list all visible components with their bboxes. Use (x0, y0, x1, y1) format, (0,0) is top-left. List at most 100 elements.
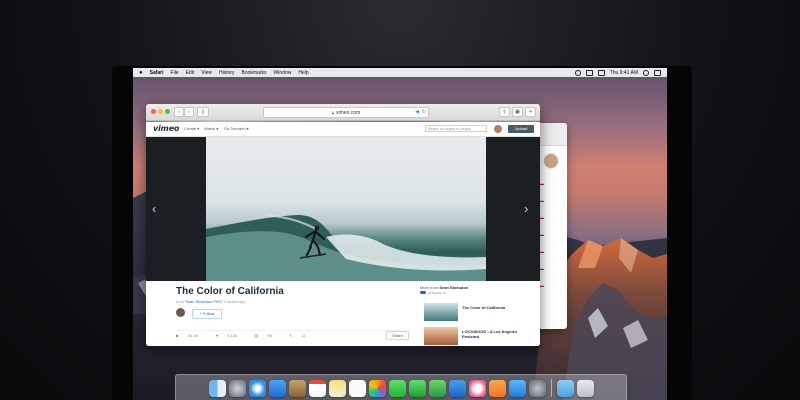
system-preferences-icon[interactable] (528, 379, 546, 397)
status-area: Thu 9:41 AM (574, 68, 661, 77)
more-from-panel: More from Sean Stoksdon Autoplay on The … (420, 285, 535, 345)
menu-safari[interactable]: Safari (150, 70, 164, 76)
plus-icon: + (529, 109, 532, 115)
spotlight-icon[interactable] (643, 69, 649, 76)
user-avatar[interactable] (494, 125, 502, 133)
sidebar-button[interactable]: ▯ (197, 107, 209, 117)
appstore-icon[interactable] (508, 379, 526, 397)
vimeo-logo[interactable]: vimeo (153, 124, 179, 133)
mail-icon[interactable] (268, 379, 286, 397)
comments-count: 11 (301, 333, 306, 338)
finder-icon[interactable] (208, 379, 226, 397)
notes-icon[interactable] (328, 379, 346, 397)
nav-on-demand[interactable]: On Demand ▾ (224, 126, 249, 131)
battery-icon[interactable] (597, 69, 605, 76)
siri-icon[interactable] (574, 69, 581, 76)
collection-icon: ▤ (254, 333, 260, 338)
apple-menu-icon[interactable]: ● (139, 70, 143, 76)
photos-icon[interactable] (368, 379, 386, 397)
surf-scene (206, 214, 486, 281)
text-fragment: ▬ (540, 283, 544, 288)
minimize-button[interactable] (158, 109, 163, 114)
menu-bookmarks[interactable]: Bookmarks (242, 70, 267, 76)
comments-stat[interactable]: ✎ 11 (289, 333, 314, 338)
video-title: The Color of California (176, 286, 284, 297)
more-from-label: More from (420, 285, 439, 290)
author-link[interactable]: Sean Stoksdon (185, 299, 212, 304)
safari-toolbar: ‹ › ▯ 🔒︎ vimeo.com ◀ ↻ ⇪ ▣ + (146, 104, 540, 121)
likes-count: 5,183 (227, 333, 238, 338)
previous-video-icon[interactable]: ‹ (152, 201, 156, 216)
numbers-icon[interactable] (428, 379, 446, 397)
video-frame[interactable] (206, 137, 486, 281)
related-title[interactable]: The Color of California (462, 305, 532, 310)
related-title[interactable]: LOCKWOOD • A Los Angeles Postcard (462, 329, 532, 339)
text-fragment: ▬ (540, 215, 544, 220)
next-video-icon[interactable]: › (524, 201, 528, 216)
facetime-icon[interactable] (408, 379, 426, 397)
video-info: The Color of California from Sean Stoksd… (146, 281, 540, 346)
back-button[interactable]: ‹ (174, 107, 184, 117)
share-icon: ⇪ (502, 109, 507, 115)
pro-badge: PRO (213, 299, 223, 304)
follow-button[interactable]: + Follow (192, 309, 222, 319)
reminders-icon[interactable] (348, 379, 366, 397)
menu-window[interactable]: Window (274, 70, 292, 76)
nav-watch[interactable]: Watch ▾ (204, 126, 218, 131)
more-from-author[interactable]: Sean Stoksdon (439, 285, 468, 290)
ibooks-icon[interactable] (488, 379, 506, 397)
video-player[interactable]: ‹ › (146, 137, 540, 281)
contacts-icon[interactable] (288, 379, 306, 397)
toggle-icon (420, 291, 426, 294)
address-text: vimeo.com (335, 110, 361, 116)
byline-from: from (176, 299, 184, 304)
wifi-icon[interactable] (585, 69, 593, 76)
notification-center-icon[interactable] (654, 69, 661, 76)
address-bar[interactable]: 🔒︎ vimeo.com ◀ ↻ (263, 107, 429, 118)
menubar-clock[interactable]: Thu 9:41 AM (610, 70, 638, 76)
stats-bar: ▶ 85.3K ♥ 5,183 ▤ 98 ✎ 11 (176, 330, 406, 341)
dock (175, 374, 627, 400)
search-input[interactable]: Search for videos or people (425, 125, 487, 132)
itunes-icon[interactable] (468, 379, 486, 397)
channel-avatar[interactable] (176, 308, 185, 317)
trash-icon[interactable] (576, 379, 594, 397)
related-thumbnail[interactable] (424, 303, 458, 321)
autoplay-toggle[interactable]: Autoplay on (420, 291, 535, 295)
safari-window: ‹ › ▯ 🔒︎ vimeo.com ◀ ↻ ⇪ ▣ + vimeo Create… (146, 104, 540, 346)
tabs-icon: ▣ (515, 109, 520, 115)
messages-icon[interactable] (388, 379, 406, 397)
zoom-button[interactable] (165, 109, 170, 114)
text-fragment: ▬ (540, 198, 544, 203)
likes-stat[interactable]: ♥ 5,183 (216, 333, 246, 338)
related-thumbnail[interactable] (424, 327, 458, 345)
plays-count: 85.3K (188, 333, 199, 338)
upload-time: 2 weeks ago (223, 299, 246, 304)
new-tab-button[interactable]: + (525, 107, 536, 117)
plays-stat: ▶ 85.3K (176, 333, 207, 338)
keynote-icon[interactable] (448, 379, 466, 397)
reload-icon[interactable]: ↻ (422, 108, 426, 117)
launchpad-icon[interactable] (228, 379, 246, 397)
collections-stat[interactable]: ▤ 98 (254, 333, 279, 338)
vimeo-navbar: vimeo Create ▾ Watch ▾ On Demand ▾ Searc… (146, 122, 540, 137)
forward-button[interactable]: › (184, 107, 194, 117)
tabs-overview-button[interactable]: ▣ (512, 107, 523, 117)
share-video-button[interactable]: Share (386, 331, 409, 340)
menu-edit[interactable]: Edit (186, 70, 195, 76)
audio-icon[interactable]: ◀ (415, 108, 419, 117)
calendar-icon[interactable] (308, 379, 326, 397)
menu-view[interactable]: View (201, 70, 212, 76)
close-button[interactable] (151, 109, 156, 114)
share-button[interactable]: ⇪ (499, 107, 510, 117)
background: ● Safari File Edit View History Bookmark… (0, 0, 800, 400)
menu-history[interactable]: History (219, 70, 235, 76)
play-icon: ▶ (176, 333, 181, 338)
downloads-folder-icon[interactable] (556, 379, 574, 397)
text-fragment: ▬ (540, 249, 544, 254)
nav-create[interactable]: Create ▾ (184, 126, 199, 131)
menu-help[interactable]: Help (298, 70, 308, 76)
upload-button[interactable]: Upload (508, 125, 534, 133)
menu-file[interactable]: File (171, 70, 179, 76)
safari-icon[interactable] (248, 379, 266, 397)
